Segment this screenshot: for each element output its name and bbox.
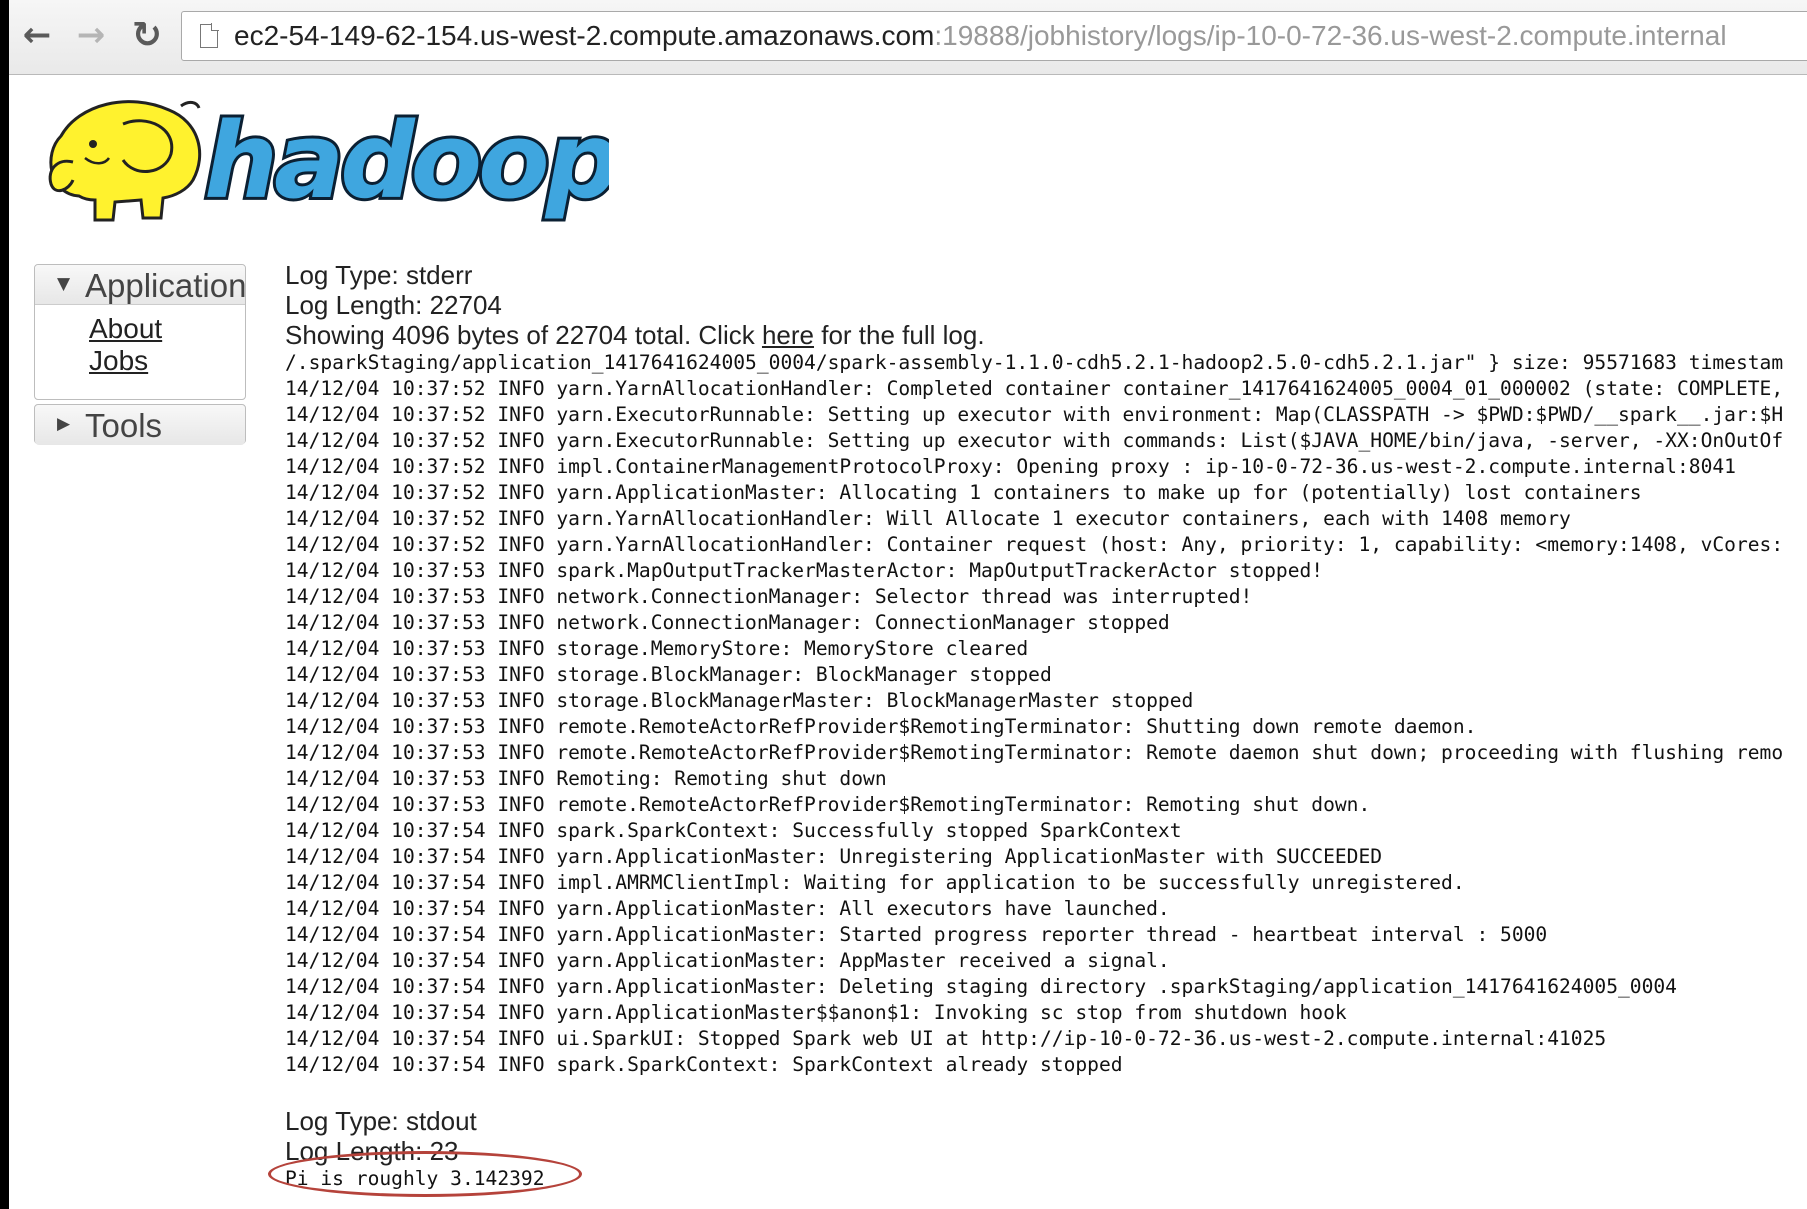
log-line: 14/12/04 10:37:54 INFO impl.AMRMClientIm…: [285, 871, 1465, 894]
url-host: ec2-54-149-62-154.us-west-2.compute.amaz…: [234, 20, 935, 51]
log-line: 14/12/04 10:37:53 INFO network.Connectio…: [285, 585, 1253, 608]
log-line: 14/12/04 10:37:54 INFO yarn.ApplicationM…: [285, 949, 1170, 972]
log-line: 14/12/04 10:37:52 INFO yarn.ApplicationM…: [285, 481, 1642, 504]
log-line: 14/12/04 10:37:52 INFO yarn.YarnAllocati…: [285, 377, 1784, 400]
log-line: 14/12/04 10:37:52 INFO yarn.ExecutorRunn…: [285, 403, 1784, 426]
stderr-log-length: Log Length: 22704: [285, 290, 502, 320]
collapse-arrow-icon: ▼: [57, 274, 71, 294]
jobs-link[interactable]: Jobs: [89, 345, 148, 377]
url-text[interactable]: ec2-54-149-62-154.us-west-2.compute.amaz…: [234, 20, 1727, 52]
log-line: 14/12/04 10:37:53 INFO remote.RemoteActo…: [285, 715, 1477, 738]
log-line: 14/12/04 10:37:53 INFO storage.MemorySto…: [285, 637, 1029, 660]
page: ← → ↻ ec2-54-149-62-154.us-west-2.comput…: [9, 0, 1807, 1209]
showing-text-tail: for the full log.: [814, 320, 985, 350]
log-line: 14/12/04 10:37:54 INFO yarn.ApplicationM…: [285, 975, 1677, 998]
stderr-log-content: /.sparkStaging/application_1417641624005…: [285, 350, 1783, 1078]
tools-nav-header[interactable]: ▶ Tools: [35, 405, 245, 445]
log-line: 14/12/04 10:37:54 INFO yarn.ApplicationM…: [285, 923, 1548, 946]
log-line: 14/12/04 10:37:54 INFO yarn.ApplicationM…: [285, 845, 1383, 868]
full-log-link[interactable]: here: [762, 320, 814, 350]
page-icon: [200, 23, 219, 48]
stdout-log-type: Log Type: stdout: [285, 1106, 477, 1136]
address-bar[interactable]: ec2-54-149-62-154.us-west-2.compute.amaz…: [181, 11, 1807, 61]
log-line: /.sparkStaging/application_1417641624005…: [285, 351, 1784, 374]
log-line: 14/12/04 10:37:54 INFO yarn.ApplicationM…: [285, 897, 1170, 920]
log-line: 14/12/04 10:37:53 INFO remote.RemoteActo…: [285, 793, 1371, 816]
tools-nav-section[interactable]: ▶ Tools: [34, 404, 246, 445]
log-line: 14/12/04 10:37:54 INFO yarn.ApplicationM…: [285, 1001, 1347, 1024]
log-line: 14/12/04 10:37:53 INFO network.Connectio…: [285, 611, 1170, 634]
log-line: 14/12/04 10:37:53 INFO Remoting: Remotin…: [285, 767, 887, 790]
application-nav-section: ▼ Application About Jobs: [34, 264, 246, 400]
application-nav-header[interactable]: ▼ Application: [35, 265, 247, 305]
log-line: 14/12/04 10:37:54 INFO ui.SparkUI: Stopp…: [285, 1027, 1607, 1050]
log-line: 14/12/04 10:37:53 INFO storage.BlockMana…: [285, 689, 1194, 712]
log-line: 14/12/04 10:37:53 INFO storage.BlockMana…: [285, 663, 1052, 686]
application-nav-label: Application: [85, 267, 247, 304]
log-line: 14/12/04 10:37:53 INFO remote.RemoteActo…: [285, 741, 1784, 764]
tools-nav-label: Tools: [85, 407, 163, 444]
back-arrow-icon[interactable]: ←: [17, 15, 57, 55]
reload-icon[interactable]: ↻: [127, 15, 167, 56]
elephant-icon: [48, 100, 202, 222]
stdout-log-content: Pi is roughly 3.142392: [285, 1167, 545, 1190]
url-path: :19888/jobhistory/logs/ip-10-0-72-36.us-…: [934, 20, 1727, 51]
stdout-log-length: Log Length: 23: [285, 1136, 459, 1166]
logo-text: hadoop: [204, 100, 609, 222]
stderr-log-type: Log Type: stderr: [285, 260, 473, 290]
stderr-showing-line: Showing 4096 bytes of 22704 total. Click…: [285, 320, 985, 351]
log-line: 14/12/04 10:37:52 INFO impl.ContainerMan…: [285, 455, 1736, 478]
expand-arrow-icon: ▶: [57, 414, 71, 434]
forward-arrow-icon[interactable]: →: [71, 15, 111, 55]
log-line: 14/12/04 10:37:52 INFO yarn.YarnAllocati…: [285, 533, 1784, 556]
log-line: 14/12/04 10:37:52 INFO yarn.ExecutorRunn…: [285, 429, 1784, 452]
log-line: 14/12/04 10:37:53 INFO spark.MapOutputTr…: [285, 559, 1324, 582]
hadoop-logo[interactable]: hadoop: [39, 84, 609, 224]
showing-text: Showing 4096 bytes of 22704 total. Click: [285, 320, 762, 350]
log-line: 14/12/04 10:37:52 INFO yarn.YarnAllocati…: [285, 507, 1571, 530]
about-link[interactable]: About: [89, 313, 162, 345]
log-line: 14/12/04 10:37:54 INFO spark.SparkContex…: [285, 819, 1182, 842]
browser-toolbar: ← → ↻ ec2-54-149-62-154.us-west-2.comput…: [9, 0, 1807, 75]
log-line: 14/12/04 10:37:54 INFO spark.SparkContex…: [285, 1053, 1123, 1076]
